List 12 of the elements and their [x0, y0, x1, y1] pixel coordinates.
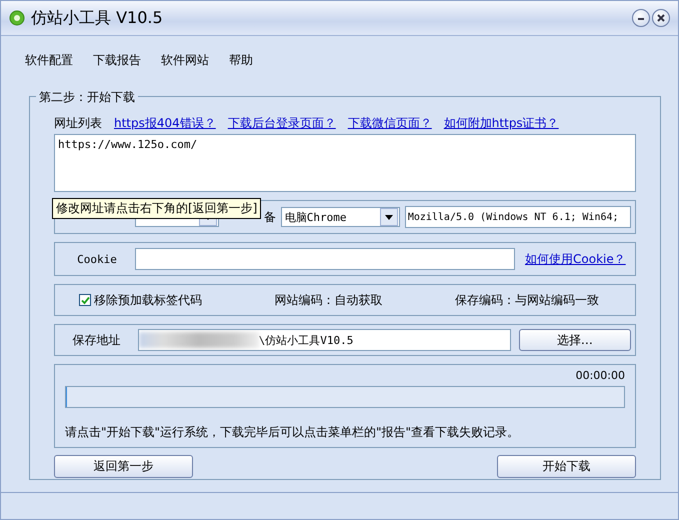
- encoding-text: 保存编码：与网站编码一致: [455, 292, 599, 308]
- elapsed-time: 00:00:00: [576, 369, 625, 382]
- group-title: 第二步：开始下载: [36, 89, 138, 106]
- window-title: 仿站小工具 V10.5: [31, 8, 164, 28]
- instruction-text: 请点击"开始下载"运行系统，下载完毕后可以点击菜单栏的"报告"查看下载失败记录。: [65, 424, 520, 441]
- field-label: Cookie: [76, 252, 118, 266]
- tooltip: 修改网址请点击右下角的[返回第一步]: [52, 198, 262, 219]
- field-label: 备: [264, 208, 276, 226]
- checkbox-label: 移除预加载标签代码: [94, 292, 202, 308]
- encoding-text: 网站编码：自动获取: [274, 292, 382, 308]
- field-label: 网址列表: [54, 115, 102, 132]
- field-label: 保存地址: [71, 332, 122, 348]
